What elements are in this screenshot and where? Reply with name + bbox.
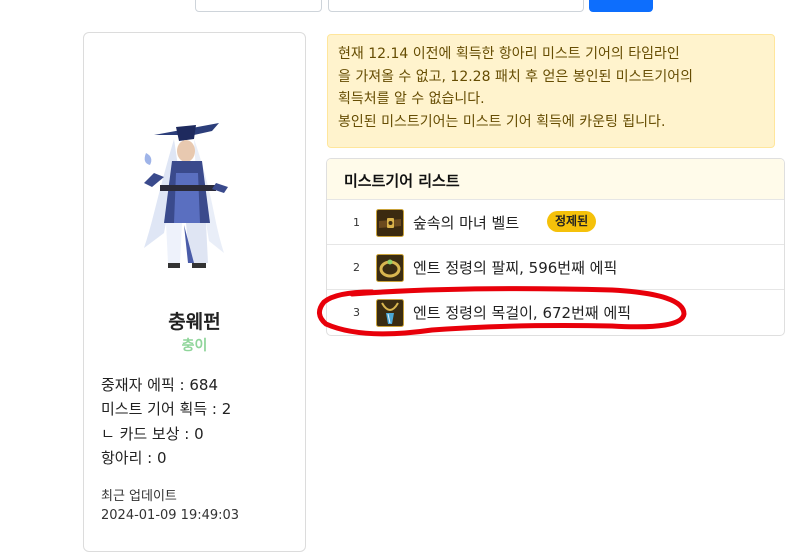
list-title: 미스트기어 리스트 xyxy=(327,159,784,200)
notice-line: 봉인된 미스트기어는 미스트 기어 획득에 카운팅 됩니다. xyxy=(338,113,666,130)
item-number: 1 xyxy=(353,216,360,229)
update-label: 최근 업데이트 xyxy=(101,489,177,504)
character-avatar xyxy=(144,123,228,268)
item-name: 엔트 정령의 목걸이, 672번째 에픽 xyxy=(413,304,632,322)
notice-line: 획득처를 알 수 없습니다. xyxy=(338,91,485,107)
item-name: 숲속의 마녀 벨트 xyxy=(413,214,520,232)
necklace-icon xyxy=(376,299,404,327)
character-profile-card: 충웨펀 충이 중재자 에픽 : 684 미스트 기어 획득 : 2 ㄴ 카드 보… xyxy=(83,32,306,552)
search-button[interactable] xyxy=(589,0,653,12)
belt-icon xyxy=(376,209,404,237)
character-subtitle: 충이 xyxy=(181,338,208,354)
server-select[interactable] xyxy=(195,0,322,12)
notice-line: 을 가져올 수 없고, 12.28 패치 후 얻은 봉인된 미스트기어의 xyxy=(338,68,694,85)
character-name: 충웨펀 xyxy=(168,311,221,333)
stat-epic-count: 중재자 에픽 : 684 xyxy=(101,376,218,394)
stat-mist-gear-count: 미스트 기어 획득 : 2 xyxy=(101,400,232,419)
update-time: 2024-01-09 19:49:03 xyxy=(101,508,240,523)
list-item[interactable]: 3 엔트 정령의 목걸이, 672번째 에픽 xyxy=(327,290,784,335)
character-stats: 중재자 에픽 : 684 미스트 기어 획득 : 2 ㄴ 카드 보상 : 0 항… xyxy=(101,373,231,470)
item-name: 엔트 정령의 팔찌, 596번째 에픽 xyxy=(413,259,618,277)
item-number: 3 xyxy=(353,306,360,319)
bracelet-icon xyxy=(376,254,404,282)
item-number: 2 xyxy=(353,261,360,274)
character-search-input[interactable] xyxy=(328,0,584,12)
list-item[interactable]: 2 엔트 정령의 팔찌, 596번째 에픽 xyxy=(327,245,784,290)
mist-gear-list-card: 미스트기어 리스트 1 숲속의 마녀 벨트 정제된 2 엔트 정령의 팔찌, 5… xyxy=(326,158,785,336)
stat-jar: 항아리 : 0 xyxy=(101,448,167,467)
notice-line: 현재 12.14 이전에 획득한 항아리 미스트 기어의 타임라인 xyxy=(338,46,680,62)
refined-badge: 정제된 xyxy=(547,211,597,232)
stat-card-reward: ㄴ 카드 보상 : 0 xyxy=(101,424,204,443)
notice-alert: 현재 12.14 이전에 획득한 항아리 미스트 기어의 타임라인 을 가져올 … xyxy=(327,34,775,148)
list-item[interactable]: 1 숲속의 마녀 벨트 정제된 xyxy=(327,200,784,245)
